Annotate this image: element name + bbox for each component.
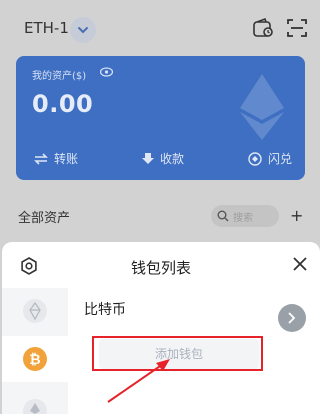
annotation-arrow	[107, 359, 170, 403]
